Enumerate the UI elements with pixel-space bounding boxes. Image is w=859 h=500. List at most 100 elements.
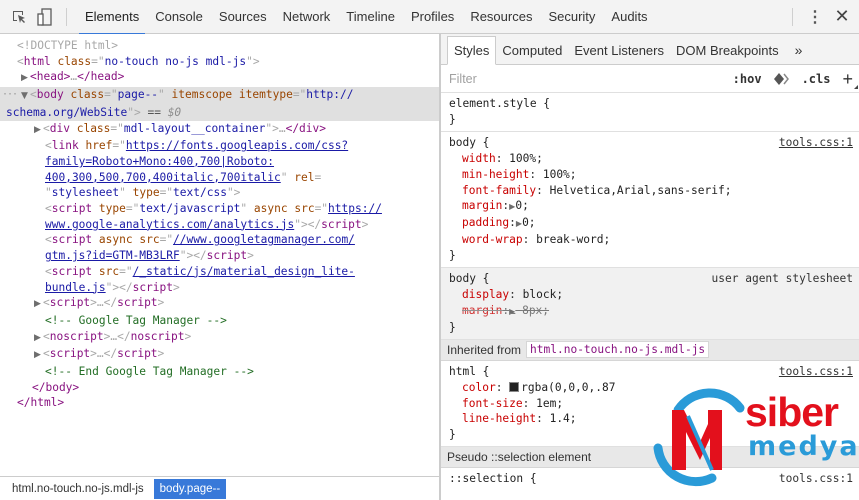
tree-node-link-cont[interactable]: 400,300,500,700,400italic,700italic" rel… bbox=[0, 170, 439, 186]
breadcrumb-html[interactable]: html.no-touch.no-js.mdl-js bbox=[6, 479, 150, 499]
tab-elements[interactable]: Elements bbox=[77, 0, 147, 35]
more-options-icon[interactable]: ⋮ bbox=[805, 0, 825, 34]
declaration[interactable]: width: 100%; bbox=[449, 151, 851, 167]
tree-node-body-close[interactable]: </body> bbox=[0, 380, 439, 396]
src-link[interactable]: www.google-analytics.com/analytics.js bbox=[45, 218, 294, 231]
property-value[interactable]: 0; bbox=[522, 216, 535, 229]
tree-node-script-collapsed[interactable]: ▶ <script>…</script> bbox=[0, 346, 439, 364]
expand-shorthand-icon[interactable]: ▶ bbox=[509, 307, 515, 316]
tab-console[interactable]: Console bbox=[147, 0, 211, 34]
inspect-element-icon[interactable] bbox=[6, 0, 32, 34]
expand-triangle-icon[interactable]: ▶ bbox=[32, 297, 43, 313]
hover-state-toggle[interactable]: :hov bbox=[733, 72, 762, 86]
tab-profiles[interactable]: Profiles bbox=[403, 0, 462, 34]
rule-source-link[interactable]: tools.css:1 bbox=[779, 364, 853, 380]
expand-triangle-icon[interactable]: ▶ bbox=[32, 331, 43, 347]
inherited-node-link[interactable]: html.no-touch.no-js.mdl-js bbox=[526, 341, 710, 359]
property-value[interactable]: 1em; bbox=[536, 397, 563, 410]
property-value[interactable]: 8px; bbox=[522, 304, 549, 317]
src-link[interactable]: /_static/js/material_design_lite- bbox=[133, 265, 355, 278]
property-name[interactable]: padding bbox=[462, 216, 509, 229]
ellipsis-menu-icon[interactable]: ··· bbox=[2, 87, 18, 103]
declaration[interactable]: display: block; bbox=[449, 287, 851, 303]
tab-security[interactable]: Security bbox=[540, 0, 603, 34]
property-name[interactable]: min-height bbox=[462, 168, 529, 181]
href-link[interactable]: 400,300,500,700,400italic,700italic bbox=[45, 171, 281, 184]
property-value[interactable]: 0; bbox=[515, 199, 528, 212]
body-rule-user-agent[interactable]: user agent stylesheet body { display: bl… bbox=[441, 268, 859, 340]
tab-timeline[interactable]: Timeline bbox=[338, 0, 403, 34]
tree-node-script-gtm-cont[interactable]: gtm.js?id=GTM-MB3LRF"></script> bbox=[0, 248, 439, 264]
property-name[interactable]: margin bbox=[462, 304, 502, 317]
property-value[interactable]: 1.4; bbox=[550, 412, 577, 425]
property-value[interactable]: Helvetica,Arial,sans-serif; bbox=[550, 184, 732, 197]
selection-rule[interactable]: tools.css:1 ::selection { bbox=[441, 468, 859, 490]
declaration[interactable]: margin:▶0; bbox=[449, 198, 851, 215]
tree-node-div[interactable]: ▶ <div class="mdl-layout__container">…</d… bbox=[0, 121, 439, 139]
tree-node-body-selected-cont[interactable]: schema.org/WebSite"> == $0 bbox=[0, 104, 439, 121]
tree-node-script-gtm[interactable]: <script async src="//www.googletagmanage… bbox=[0, 232, 439, 248]
property-value[interactable]: 100%; bbox=[509, 152, 543, 165]
breadcrumb-body[interactable]: body.page-- bbox=[153, 478, 227, 499]
tab-network[interactable]: Network bbox=[275, 0, 339, 34]
tree-node-script-mdl[interactable]: <script src="/_static/js/material_design… bbox=[0, 264, 439, 280]
color-swatch[interactable] bbox=[509, 381, 520, 392]
new-rule-plus-icon[interactable]: + bbox=[842, 70, 858, 89]
tab-computed[interactable]: Computed bbox=[496, 36, 568, 64]
tab-styles[interactable]: Styles bbox=[447, 36, 497, 65]
property-name[interactable]: font-family bbox=[462, 184, 536, 197]
declaration-overridden[interactable]: margin:▶ 8px; bbox=[449, 303, 851, 320]
property-value[interactable]: break-word; bbox=[536, 233, 610, 246]
more-tabs-icon[interactable]: » bbox=[785, 36, 809, 64]
property-value[interactable]: block; bbox=[523, 288, 563, 301]
declaration[interactable]: padding:▶0; bbox=[449, 215, 851, 232]
tree-node-html[interactable]: <html class="no-touch no-js mdl-js"> bbox=[0, 54, 439, 70]
html-rule[interactable]: tools.css:1 html { color: rgba(0,0,0,.87… bbox=[441, 361, 859, 448]
tree-node-comment[interactable]: <!-- Google Tag Manager --> bbox=[0, 313, 439, 329]
tree-node-script-collapsed[interactable]: ▶ <script>…</script> bbox=[0, 295, 439, 313]
src-link[interactable]: //www.googletagmanager.com/ bbox=[173, 233, 355, 246]
tree-node-doctype[interactable]: <!DOCTYPE html> bbox=[0, 38, 439, 54]
tree-node-html-close[interactable]: </html> bbox=[0, 395, 439, 411]
src-link[interactable]: https:// bbox=[328, 202, 382, 215]
rule-source-link[interactable]: tools.css:1 bbox=[779, 135, 853, 151]
tree-node-comment[interactable]: <!-- End Google Tag Manager --> bbox=[0, 364, 439, 380]
tree-node-script-mdl-cont[interactable]: bundle.js"></script> bbox=[0, 280, 439, 296]
tab-event-listeners[interactable]: Event Listeners bbox=[568, 36, 670, 64]
body-rule-tools-css[interactable]: tools.css:1 body { width: 100%; min-heig… bbox=[441, 132, 859, 269]
close-icon[interactable]: ✕ bbox=[825, 0, 859, 34]
tree-node-head[interactable]: ▶ <head>…</head> bbox=[0, 69, 439, 87]
declaration[interactable]: font-size: 1em; bbox=[449, 396, 851, 412]
property-value[interactable]: 100%; bbox=[543, 168, 577, 181]
property-value[interactable]: rgba(0,0,0,.87 bbox=[521, 381, 615, 394]
tree-node-link-cont[interactable]: "stylesheet" type="text/css"> bbox=[0, 185, 439, 201]
tree-node-link-cont[interactable]: family=Roboto+Mono:400,700|Roboto: bbox=[0, 154, 439, 170]
tree-node-script-ga[interactable]: <script type="text/javascript" async src… bbox=[0, 201, 439, 217]
property-name[interactable]: word-wrap bbox=[462, 233, 523, 246]
src-link[interactable]: bundle.js bbox=[45, 281, 106, 294]
elements-tree[interactable]: <!DOCTYPE html> <html class="no-touch no… bbox=[0, 34, 440, 476]
expand-triangle-icon[interactable]: ▶ bbox=[32, 123, 43, 139]
property-name[interactable]: margin bbox=[462, 199, 502, 212]
property-name[interactable]: display bbox=[462, 288, 509, 301]
property-name[interactable]: width bbox=[462, 152, 496, 165]
declaration[interactable]: line-height: 1.4; bbox=[449, 411, 851, 427]
tree-node-script-ga-cont[interactable]: www.google-analytics.com/analytics.js"><… bbox=[0, 217, 439, 233]
tree-node-body-selected[interactable]: ··· ▼ <body class="page--" itemscope itemt… bbox=[0, 87, 439, 105]
tree-node-link[interactable]: <link href="https://fonts.googleapis.com… bbox=[0, 138, 439, 154]
expand-triangle-icon[interactable]: ▶ bbox=[32, 348, 43, 364]
element-state-diamond-icon[interactable] bbox=[773, 72, 790, 85]
class-toggle[interactable]: .cls bbox=[802, 72, 831, 86]
declaration[interactable]: font-family: Helvetica,Arial,sans-serif; bbox=[449, 183, 851, 199]
tab-resources[interactable]: Resources bbox=[462, 0, 540, 34]
filter-input[interactable] bbox=[449, 71, 721, 86]
property-name[interactable]: font-size bbox=[462, 397, 523, 410]
rule-source-link[interactable]: tools.css:1 bbox=[779, 471, 853, 487]
expand-triangle-icon[interactable]: ▶ bbox=[19, 71, 30, 87]
declaration[interactable]: word-wrap: break-word; bbox=[449, 232, 851, 248]
element-style-rule[interactable]: element.style { } bbox=[441, 93, 859, 132]
tab-sources[interactable]: Sources bbox=[211, 0, 275, 34]
property-name[interactable]: line-height bbox=[462, 412, 536, 425]
tab-dom-breakpoints[interactable]: DOM Breakpoints bbox=[670, 36, 785, 64]
href-link[interactable]: family=Roboto+Mono:400,700|Roboto: bbox=[45, 155, 274, 168]
